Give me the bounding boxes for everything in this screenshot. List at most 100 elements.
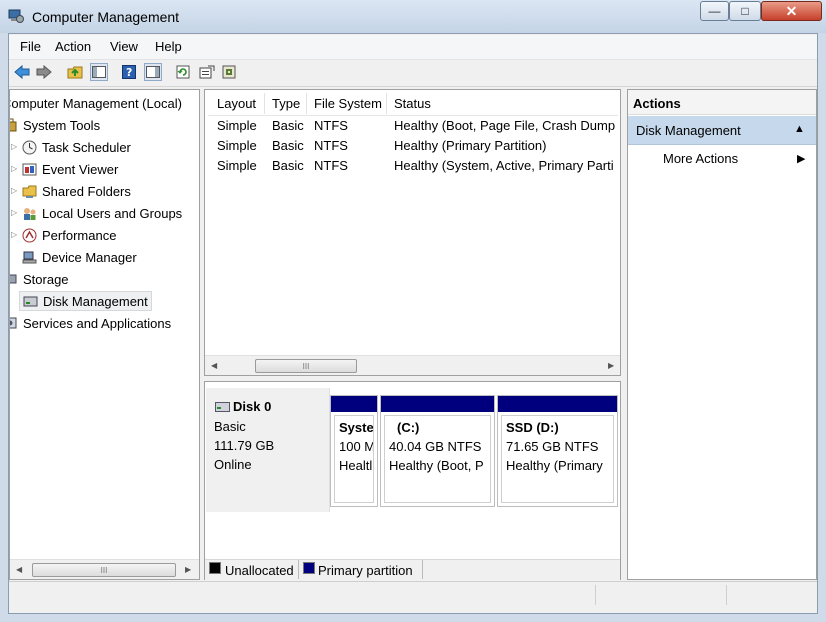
column-header-layout[interactable]: Layout: [210, 93, 265, 114]
partition-title: SSD (D:): [506, 420, 559, 435]
tree-root[interactable]: Computer Management (Local): [10, 93, 182, 113]
partition-c[interactable]: (C:) 40.04 GB NTFS Healthy (Boot, P: [380, 395, 495, 507]
primary-partition-bar: [381, 396, 494, 412]
partition-inner: Syste 100 M Healtl: [334, 415, 374, 503]
svg-text:?: ?: [126, 66, 132, 79]
console-tree-pane[interactable]: Computer Management (Local) ◢ System Too…: [9, 89, 200, 580]
partition-status: Healthy (Boot, P: [389, 458, 484, 473]
tree-item-label: Local Users and Groups: [42, 205, 183, 221]
help-icon[interactable]: ?: [120, 63, 138, 81]
expand-arrow-icon[interactable]: ▷: [11, 186, 17, 195]
table-row[interactable]: Simple Basic NTFS Healthy (Primary Parti…: [205, 136, 620, 156]
computer-management-icon: [8, 8, 24, 24]
tree-item-shared-folders[interactable]: Shared Folders: [21, 181, 131, 201]
partition-size: 71.65 GB NTFS: [506, 439, 599, 454]
disk-info-block[interactable]: Disk 0 Basic 111.79 GB Online: [206, 388, 330, 512]
scroll-right-icon[interactable]: ▶: [608, 361, 614, 370]
column-header-type[interactable]: Type: [265, 93, 307, 114]
cell-type: Basic: [272, 138, 304, 153]
users-icon: [21, 205, 37, 221]
performance-icon: [21, 227, 37, 243]
shared-folder-icon: [21, 183, 37, 199]
tree-item-label: Shared Folders: [42, 183, 131, 199]
back-arrow-icon[interactable]: [13, 63, 31, 81]
tree-item-system-tools[interactable]: System Tools: [10, 115, 100, 135]
expand-arrow-icon[interactable]: ▷: [11, 142, 17, 151]
partition-inner: (C:) 40.04 GB NTFS Healthy (Boot, P: [384, 415, 491, 503]
disk-size: 111.79 GB: [214, 438, 275, 453]
partition-inner: SSD (D:) 71.65 GB NTFS Healthy (Primary: [501, 415, 614, 503]
tree-item-disk-management[interactable]: Disk Management: [19, 291, 152, 311]
partition-size: 100 M: [339, 439, 374, 454]
tree-item-label: Services and Applications: [23, 315, 172, 331]
expand-arrow-icon[interactable]: ▷: [11, 230, 17, 239]
actions-section-disk-management[interactable]: Disk Management ▲: [628, 116, 816, 145]
disk-name: Disk 0: [233, 399, 272, 414]
event-viewer-icon: [21, 161, 37, 177]
title-bar[interactable]: Computer Management — □ ✕: [0, 0, 826, 33]
disk-settings-icon[interactable]: [221, 63, 239, 81]
partition-d[interactable]: SSD (D:) 71.65 GB NTFS Healthy (Primary: [497, 395, 618, 507]
show-hide-tree-icon[interactable]: [90, 63, 108, 81]
partition-size: 40.04 GB NTFS: [389, 439, 482, 454]
volume-list-pane[interactable]: Layout Type File System Status Simple Ba…: [204, 89, 621, 376]
table-row[interactable]: Simple Basic NTFS Healthy (Boot, Page Fi…: [205, 116, 620, 136]
action-item-label: More Actions: [663, 151, 739, 166]
actions-pane: Actions Disk Management ▲ More Actions ▶: [627, 89, 817, 580]
tree-item-services-and-applications[interactable]: Services and Applications: [10, 313, 172, 333]
scrollbar-thumb[interactable]: III: [32, 563, 176, 577]
up-folder-icon[interactable]: [66, 63, 84, 81]
cell-file-system: NTFS: [314, 158, 348, 173]
cell-file-system: NTFS: [314, 118, 348, 133]
status-divider: [595, 585, 596, 605]
tree-item-device-manager[interactable]: Device Manager: [21, 247, 137, 267]
disk-icon: [22, 293, 38, 309]
tree-item-local-users-and-groups[interactable]: Local Users and Groups: [21, 203, 182, 223]
toolbox-icon: [10, 117, 18, 133]
actions-header: Actions: [628, 90, 816, 115]
expand-arrow-icon[interactable]: ▷: [11, 208, 17, 217]
action-item-more-actions[interactable]: More Actions ▶: [628, 148, 816, 170]
services-icon: [10, 315, 18, 331]
table-row[interactable]: Simple Basic NTFS Healthy (System, Activ…: [205, 156, 620, 176]
scrollbar-thumb[interactable]: III: [255, 359, 357, 373]
expand-arrow-icon[interactable]: ▷: [11, 164, 17, 173]
actions-title: Actions: [633, 96, 681, 111]
menu-action[interactable]: Action: [55, 39, 91, 54]
tree-item-performance[interactable]: Performance: [21, 225, 116, 245]
window-title: Computer Management: [32, 9, 180, 25]
partition-system[interactable]: Syste 100 M Healtl: [330, 395, 378, 507]
tree-item-storage[interactable]: Storage: [10, 269, 69, 289]
disk-state: Online: [214, 457, 252, 472]
tree-item-label: Disk Management: [43, 293, 148, 309]
refresh-icon[interactable]: [174, 63, 192, 81]
minimize-button[interactable]: —: [700, 1, 729, 21]
properties-icon[interactable]: [198, 63, 216, 81]
storage-icon: [10, 271, 18, 287]
show-hide-action-pane-icon[interactable]: [144, 63, 162, 81]
menu-help[interactable]: Help: [155, 39, 182, 54]
legend-divider: [422, 560, 423, 579]
tree-horizontal-scrollbar[interactable]: ◀ III ▶: [10, 559, 199, 579]
tree-item-event-viewer[interactable]: Event Viewer: [21, 159, 118, 179]
close-button[interactable]: ✕: [761, 1, 822, 21]
list-horizontal-scrollbar[interactable]: ◀ III ▶: [205, 355, 620, 375]
tree-item-label: Device Manager: [42, 249, 137, 265]
maximize-button[interactable]: □: [729, 1, 761, 21]
tree-item-task-scheduler[interactable]: Task Scheduler: [21, 137, 131, 157]
status-bar: [9, 581, 817, 608]
submenu-arrow-icon: ▶: [797, 153, 806, 165]
menu-file[interactable]: File: [20, 39, 41, 54]
forward-arrow-icon[interactable]: [35, 63, 53, 81]
scroll-right-icon[interactable]: ▶: [185, 565, 191, 574]
menu-view[interactable]: View: [110, 39, 138, 54]
legend-swatch-unallocated: [209, 562, 221, 574]
toolbar: ?: [9, 60, 817, 87]
scroll-left-icon[interactable]: ◀: [16, 565, 22, 574]
disk-type: Basic: [214, 419, 246, 434]
column-header-status[interactable]: Status: [387, 93, 620, 114]
column-header-file-system[interactable]: File System: [307, 93, 387, 114]
disk-icon: [215, 400, 230, 415]
collapse-caret-icon[interactable]: ▲: [794, 123, 805, 135]
scroll-left-icon[interactable]: ◀: [211, 361, 217, 370]
